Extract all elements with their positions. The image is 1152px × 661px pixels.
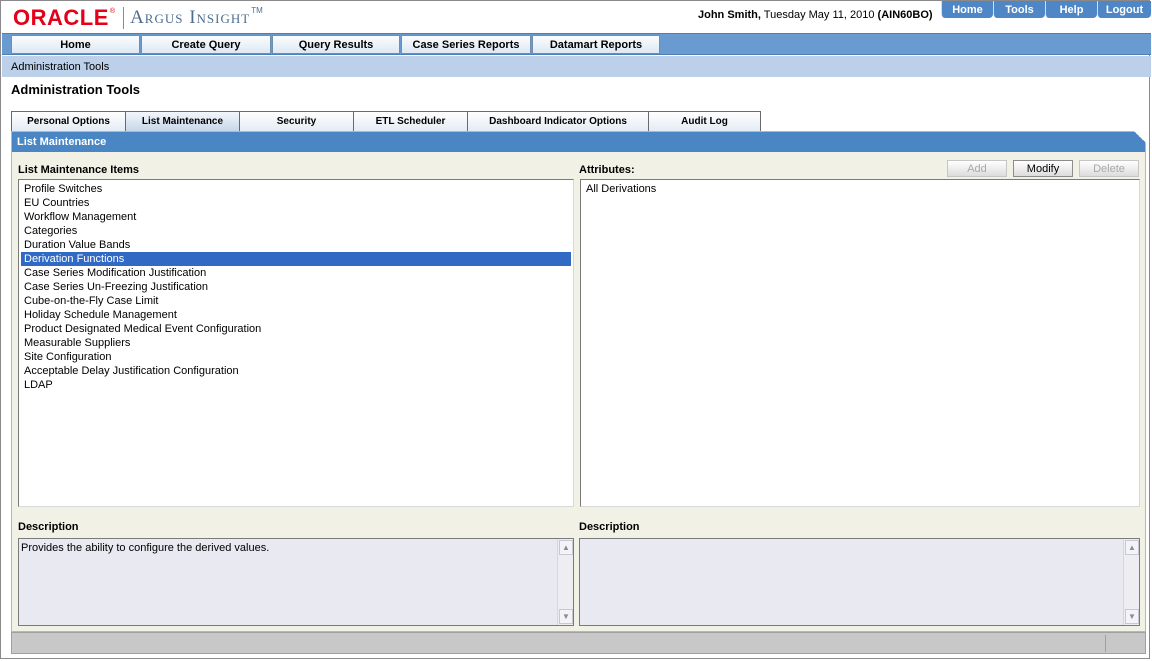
- list-item[interactable]: Categories: [21, 224, 571, 238]
- list-item[interactable]: Workflow Management: [21, 210, 571, 224]
- breadcrumb: Administration Tools: [2, 56, 1151, 77]
- top-links: Home Tools Help Logout: [941, 1, 1151, 18]
- scroll-down-icon[interactable]: ▼: [559, 609, 573, 624]
- nav-datamart-reports[interactable]: Datamart Reports: [532, 35, 660, 54]
- top-link-home[interactable]: Home: [941, 1, 993, 18]
- tab-list-maintenance[interactable]: List Maintenance: [125, 111, 240, 131]
- panel-title: List Maintenance: [17, 136, 107, 148]
- left-description-box[interactable]: Provides the ability to configure the de…: [18, 538, 574, 626]
- list-item[interactable]: Duration Value Bands: [21, 238, 571, 252]
- user-enterprise-code: (AIN60BO): [877, 9, 933, 21]
- add-button[interactable]: Add: [947, 160, 1007, 177]
- oracle-wordmark: ORACLE: [13, 5, 109, 30]
- list-item[interactable]: Product Designated Medical Event Configu…: [21, 322, 571, 336]
- left-description-text: Provides the ability to configure the de…: [21, 542, 270, 554]
- registered-mark: ®: [109, 7, 116, 15]
- list-item[interactable]: Cube-on-the-Fly Case Limit: [21, 294, 571, 308]
- list-maintenance-items[interactable]: Profile Switches EU Countries Workflow M…: [18, 179, 574, 507]
- list-item[interactable]: Case Series Un-Freezing Justification: [21, 280, 571, 294]
- right-description-label: Description: [579, 521, 640, 533]
- scroll-up-icon[interactable]: ▲: [559, 540, 573, 555]
- left-description-label: Description: [18, 521, 79, 533]
- scroll-up-icon[interactable]: ▲: [1125, 540, 1139, 555]
- nav-create-query[interactable]: Create Query: [141, 35, 271, 54]
- nav-query-results[interactable]: Query Results: [272, 35, 400, 54]
- nav-case-series-reports[interactable]: Case Series Reports: [401, 35, 531, 54]
- top-link-tools[interactable]: Tools: [993, 1, 1045, 18]
- attributes-list[interactable]: All Derivations: [580, 179, 1140, 507]
- current-date: Tuesday May 11, 2010: [760, 9, 878, 21]
- attribute-item[interactable]: All Derivations: [583, 182, 1137, 196]
- logo-divider: [123, 7, 125, 29]
- breadcrumb-label: Administration Tools: [11, 60, 110, 73]
- panel-header: List Maintenance: [12, 131, 1146, 152]
- panel-corner: [1134, 131, 1146, 143]
- list-item[interactable]: Holiday Schedule Management: [21, 308, 571, 322]
- oracle-argus-logo: ORACLE ® Argus Insight TM: [13, 5, 263, 30]
- page-title: Administration Tools: [11, 82, 141, 97]
- tab-personal-options[interactable]: Personal Options: [11, 111, 126, 131]
- list-item[interactable]: LDAP: [21, 378, 571, 392]
- scroll-down-icon[interactable]: ▼: [1125, 609, 1139, 624]
- nav-home[interactable]: Home: [11, 35, 140, 54]
- right-description-scrollbar[interactable]: ▲ ▼: [1123, 539, 1139, 625]
- user-info: John Smith, Tuesday May 11, 2010 (AIN60B…: [698, 9, 933, 21]
- tab-dashboard-indicator-options[interactable]: Dashboard Indicator Options: [467, 111, 649, 131]
- list-item[interactable]: Profile Switches: [21, 182, 571, 196]
- product-name: Argus Insight: [130, 7, 251, 28]
- list-item[interactable]: Site Configuration: [21, 350, 571, 364]
- top-link-help[interactable]: Help: [1045, 1, 1097, 18]
- left-description-scrollbar[interactable]: ▲ ▼: [557, 539, 573, 625]
- top-link-logout[interactable]: Logout: [1097, 1, 1151, 18]
- header: ORACLE ® Argus Insight TM John Smith, Tu…: [1, 1, 1151, 33]
- main-nav: Home Create Query Query Results Case Ser…: [2, 33, 1151, 55]
- trademark-mark: TM: [251, 5, 263, 15]
- attributes-label: Attributes:: [579, 164, 635, 176]
- status-divider: [1105, 635, 1106, 652]
- list-maintenance-panel: List Maintenance List Maintenance Items …: [11, 131, 1146, 632]
- list-item[interactable]: EU Countries: [21, 196, 571, 210]
- list-item[interactable]: Case Series Modification Justification: [21, 266, 571, 280]
- tab-etl-scheduler[interactable]: ETL Scheduler: [353, 111, 468, 131]
- delete-button[interactable]: Delete: [1079, 160, 1139, 177]
- user-name: John Smith,: [698, 9, 761, 21]
- list-item[interactable]: Measurable Suppliers: [21, 336, 571, 350]
- app-window: ORACLE ® Argus Insight TM John Smith, Tu…: [0, 0, 1151, 659]
- status-bar: [11, 632, 1146, 654]
- modify-button[interactable]: Modify: [1013, 160, 1073, 177]
- tab-audit-log[interactable]: Audit Log: [648, 111, 761, 131]
- list-items-label: List Maintenance Items: [18, 164, 140, 176]
- right-description-box[interactable]: ▲ ▼: [579, 538, 1140, 626]
- list-item-selected[interactable]: Derivation Functions: [21, 252, 571, 266]
- list-item[interactable]: Acceptable Delay Justification Configura…: [21, 364, 571, 378]
- tab-security[interactable]: Security: [239, 111, 354, 131]
